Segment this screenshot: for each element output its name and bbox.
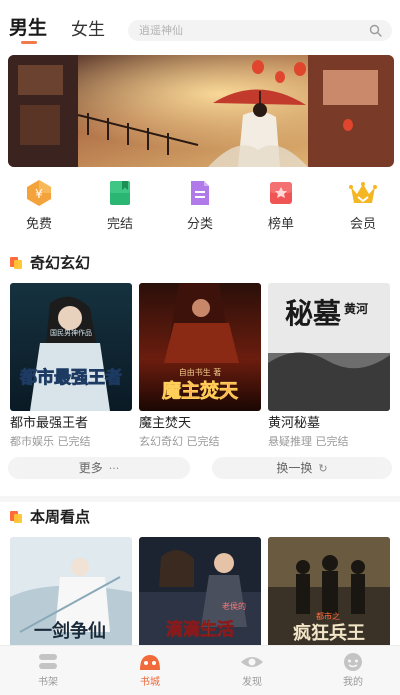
book-card[interactable]: 自由书生 著 魔主焚天 魔主焚天 玄幻奇幻 已完结 (139, 283, 261, 449)
nav-label: 书架 (38, 677, 58, 688)
ranking-flag-icon (270, 182, 292, 204)
more-label: 更多 (78, 461, 103, 475)
cover-title: 秘墓 (285, 297, 342, 330)
promo-banner[interactable] (8, 55, 394, 167)
cover-subtitle: 黄河 (344, 301, 368, 316)
document-list-icon (191, 181, 209, 205)
cover-subtitle: 都市之 (316, 611, 340, 621)
cover-art: 都市之 疯狂兵王 (268, 537, 390, 645)
cover-title: 魔主焚天 (162, 379, 239, 402)
nav-bookstore[interactable]: 书城 (120, 652, 180, 690)
search-placeholder: 逍遥神仙 (139, 24, 183, 37)
eye-discover-icon (241, 657, 263, 667)
category-vip[interactable]: 会员 (333, 178, 393, 233)
cover-art: 老侯的 滴滴生活 (139, 537, 261, 645)
book-cover[interactable]: 老侯的 滴滴生活 (139, 537, 261, 645)
cover-art: 自由书生 著 魔主焚天 (139, 283, 261, 411)
category-classify[interactable]: 分类 (170, 178, 230, 233)
profile-face-icon (344, 653, 362, 671)
tab-female[interactable]: 女生 (71, 18, 105, 42)
section-title: 奇幻玄幻 (30, 254, 91, 272)
active-tab-indicator (21, 41, 37, 44)
book-meta: 都市娱乐 已完结 (10, 435, 91, 448)
cover-title: 滴滴生活 (166, 619, 234, 640)
cover-art: 一剑争仙 (10, 537, 132, 645)
category-finished[interactable]: 完结 (90, 178, 150, 233)
category-ranking[interactable]: 榜单 (251, 178, 311, 233)
cover-art: 秘墓 黄河 (268, 283, 390, 411)
book-title[interactable]: 黄河秘墓 (268, 416, 390, 432)
book-title[interactable]: 都市最强王者 (10, 416, 132, 432)
book-bookmark-icon (110, 181, 130, 205)
book-cover[interactable]: 一剑争仙 (10, 537, 132, 645)
cover-title: 都市最强王者 (19, 367, 122, 388)
nav-bookshelf[interactable]: 书架 (18, 652, 78, 690)
category-label: 完结 (106, 217, 133, 232)
search-input[interactable]: 逍遥神仙 (128, 20, 392, 41)
more-dots-icon: ··· (108, 462, 120, 475)
book-meta: 悬疑推理 已完结 (268, 435, 349, 448)
more-button[interactable]: 更多 ··· (8, 457, 190, 479)
top-header: 男生 女生 逍遥神仙 (0, 0, 400, 50)
section-marker (10, 511, 22, 523)
tab-male[interactable]: 男生 (9, 16, 47, 40)
book-cover[interactable]: 秘墓 黄河 (268, 283, 390, 411)
book-meta: 玄幻奇幻 已完结 (139, 435, 220, 448)
svg-text:¥: ¥ (35, 187, 43, 201)
book-cover[interactable]: 都市之 疯狂兵王 (268, 537, 390, 645)
refresh-icon: ↻ (318, 462, 328, 475)
bookshelf-icon (39, 654, 57, 669)
bottom-nav: 书架 书城 发现 我的 (0, 645, 400, 695)
nav-profile[interactable]: 我的 (323, 652, 383, 690)
nav-discover[interactable]: 发现 (222, 652, 282, 690)
crown-icon (349, 182, 377, 203)
book-cover[interactable]: 国民男神作品 都市最强王者 (10, 283, 132, 411)
cover-subtitle: 老侯的 (222, 601, 246, 611)
category-free[interactable]: ¥ 免费 (9, 178, 69, 233)
section-divider (0, 496, 400, 502)
cover-subtitle: 自由书生 著 (179, 367, 222, 377)
refresh-button[interactable]: 换一换 ↻ (212, 457, 392, 479)
cover-title: 一剑争仙 (34, 620, 106, 642)
book-card[interactable]: 秘墓 黄河 黄河秘墓 悬疑推理 已完结 (268, 283, 390, 449)
category-label: 会员 (349, 217, 376, 232)
section-marker (10, 257, 22, 269)
section-title: 本周看点 (30, 508, 91, 526)
cover-title: 疯狂兵王 (293, 622, 365, 644)
category-label: 分类 (186, 217, 213, 232)
bookstore-icon (140, 655, 160, 670)
banner-artwork (8, 55, 394, 167)
search-icon[interactable] (369, 24, 382, 37)
category-label: 免费 (25, 217, 52, 232)
nav-label: 书城 (140, 677, 160, 688)
book-cover[interactable]: 自由书生 著 魔主焚天 (139, 283, 261, 411)
yuan-tag-icon: ¥ (27, 180, 51, 206)
nav-label: 发现 (242, 677, 262, 688)
book-title[interactable]: 魔主焚天 (139, 416, 261, 432)
category-label: 榜单 (267, 217, 294, 232)
nav-label: 我的 (343, 677, 363, 688)
book-card[interactable]: 国民男神作品 都市最强王者 都市最强王者 都市娱乐 已完结 (10, 283, 132, 449)
refresh-label: 换一换 (276, 461, 313, 475)
cover-art: 国民男神作品 都市最强王者 (10, 283, 132, 411)
cover-subtitle: 国民男神作品 (50, 328, 92, 337)
